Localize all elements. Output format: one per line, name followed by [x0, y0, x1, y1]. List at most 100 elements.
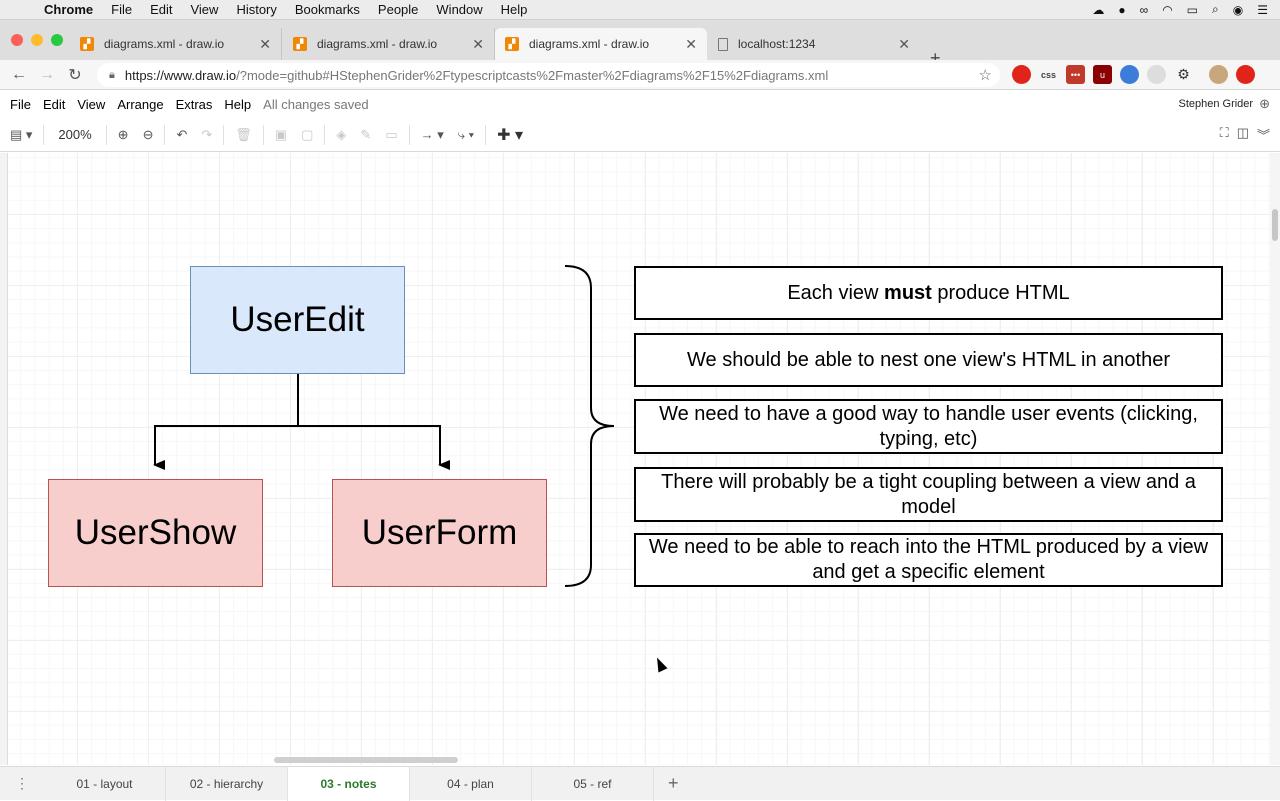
node-userform[interactable]: UserForm [332, 479, 547, 587]
undo-icon[interactable]: ↶ [169, 127, 194, 143]
node-useredit[interactable]: UserEdit [190, 266, 405, 374]
menu-history[interactable]: History [227, 2, 285, 17]
maximize-window-icon[interactable] [51, 34, 63, 46]
line-color-icon[interactable]: ✎ [353, 127, 378, 143]
horizontal-scrollbar-thumb[interactable] [274, 757, 458, 763]
vertical-scrollbar[interactable] [1270, 153, 1280, 765]
add-page-icon[interactable]: + [654, 773, 679, 794]
toolbar-divider [43, 124, 45, 145]
close-tab-icon[interactable]: ✕ [898, 36, 910, 53]
page-tab-active[interactable]: 03 - notes [288, 766, 410, 801]
page-tab[interactable]: 05 - ref [532, 766, 654, 801]
drawio-menu-edit[interactable]: Edit [37, 97, 71, 112]
redo-icon[interactable]: ↷ [194, 127, 219, 143]
menu-help[interactable]: Help [492, 2, 537, 17]
scrollbar-thumb[interactable] [1272, 209, 1278, 241]
connection-style-icon[interactable]: → ▾ [414, 127, 451, 143]
minimize-window-icon[interactable] [31, 34, 43, 46]
collapse-chevron-icon[interactable]: ︾ [1257, 125, 1270, 144]
menu-people[interactable]: People [369, 2, 427, 17]
page-tab[interactable]: 04 - plan [410, 766, 532, 801]
cloud-icon[interactable]: ☁ [1092, 3, 1104, 17]
note-text: There will probably be a tight coupling … [661, 470, 1196, 518]
fill-color-icon[interactable]: ◈ [329, 127, 353, 143]
menu-bookmarks[interactable]: Bookmarks [286, 2, 369, 17]
shadow-icon[interactable]: ▭ [378, 127, 404, 143]
tab-title: localhost:1234 [738, 37, 816, 51]
note-text: We need to have a good way to handle use… [659, 402, 1198, 450]
drawio-menu-arrange[interactable]: Arrange [111, 97, 169, 112]
back-arrow-icon[interactable]: ← [5, 66, 33, 84]
to-back-icon[interactable]: ▢ [294, 127, 320, 143]
menu-edit[interactable]: Edit [141, 2, 181, 17]
forward-arrow-icon[interactable]: → [33, 66, 61, 84]
extension-ghost-icon[interactable] [1147, 65, 1166, 84]
globe-icon[interactable]: ⊕ [1259, 96, 1270, 112]
document-favicon-icon [718, 37, 728, 51]
drawio-menu-file[interactable]: File [0, 97, 37, 112]
browser-tab[interactable]: ▞ diagrams.xml - draw.io ✕ [283, 28, 495, 60]
battery-icon[interactable]: ▭ [1187, 3, 1198, 17]
bookmark-star-icon[interactable]: ☆ [979, 66, 992, 84]
curly-brace [564, 265, 615, 587]
extension-ublock-icon[interactable]: u [1093, 65, 1112, 84]
insert-plus-icon[interactable]: ✚ ▾ [490, 125, 530, 145]
node-usershow[interactable]: UserShow [48, 479, 263, 587]
fullscreen-icon[interactable]: ⛶ [1220, 125, 1229, 144]
note-box[interactable]: We need to be able to reach into the HTM… [634, 533, 1223, 587]
close-tab-icon[interactable]: ✕ [472, 36, 484, 53]
close-tab-icon[interactable]: ✕ [685, 36, 697, 53]
pages-menu-icon[interactable]: ⋮ [0, 775, 44, 792]
extension-settings-icon[interactable]: ⚙ [1174, 65, 1193, 84]
drawio-menu-extras[interactable]: Extras [170, 97, 219, 112]
zoom-select[interactable]: 200% [48, 127, 101, 142]
reload-icon[interactable]: ↻ [61, 65, 89, 85]
format-toggle-icon[interactable]: ◫ [1237, 125, 1249, 144]
glasses-icon[interactable]: ∞ [1140, 3, 1149, 17]
toolbar-divider [262, 124, 264, 145]
user-name[interactable]: Stephen Grider [1178, 98, 1253, 110]
wifi-icon[interactable]: ◠ [1162, 3, 1172, 17]
to-front-icon[interactable]: ▣ [268, 127, 294, 143]
note-box[interactable]: We should be able to nest one view's HTM… [634, 333, 1223, 387]
url-input[interactable]: 🔒︎ https://www.draw.io/?mode=github#HSte… [97, 63, 1000, 87]
browser-tab[interactable]: ▞ diagrams.xml - draw.io ✕ [70, 28, 282, 60]
page-tab[interactable]: 01 - layout [44, 766, 166, 801]
shapes-panel-collapsed[interactable] [0, 153, 8, 765]
extension-css-icon[interactable]: css [1039, 65, 1058, 84]
drawio-menu-view[interactable]: View [71, 97, 111, 112]
note-box[interactable]: We need to have a good way to handle use… [634, 399, 1223, 454]
browser-tab-active[interactable]: ▞ diagrams.xml - draw.io ✕ [495, 28, 707, 60]
delete-icon[interactable]: 🗑︎ [228, 127, 259, 143]
siri-icon[interactable]: ◉ [1233, 3, 1243, 17]
record-icon[interactable]: ● [1118, 3, 1125, 17]
drawio-menu-help[interactable]: Help [218, 97, 257, 112]
notification-list-icon[interactable]: ☰ [1257, 3, 1268, 17]
close-window-icon[interactable] [11, 34, 23, 46]
menu-window[interactable]: Window [427, 2, 491, 17]
diagram-canvas[interactable]: UserEdit UserShow UserForm Each view mus… [8, 153, 1270, 765]
format-panel-icon[interactable]: ▤ ▾ [0, 127, 39, 143]
close-tab-icon[interactable]: ✕ [259, 36, 271, 53]
note-text-part: produce HTML [931, 281, 1070, 304]
search-icon[interactable]: ⌕ [1212, 2, 1219, 17]
zoom-in-icon[interactable]: ⊕ [111, 127, 136, 143]
page-tab[interactable]: 02 - hierarchy [166, 766, 288, 801]
browser-tab[interactable]: localhost:1234 ✕ [708, 28, 920, 60]
extension-opera-icon[interactable] [1236, 65, 1255, 84]
profile-avatar[interactable] [1209, 65, 1228, 84]
zoom-out-icon[interactable]: ⊖ [136, 127, 161, 143]
drawio-favicon-icon: ▞ [80, 37, 94, 51]
extension-dots-icon[interactable]: ••• [1066, 65, 1085, 84]
waypoints-icon[interactable]: ⤷ ▾ [451, 127, 481, 143]
note-box[interactable]: There will probably be a tight coupling … [634, 467, 1223, 522]
menu-app-name[interactable]: Chrome [40, 2, 102, 17]
menu-view[interactable]: View [181, 2, 227, 17]
extension-stop-icon[interactable] [1012, 65, 1031, 84]
page-tabs: ⋮ 01 - layout 02 - hierarchy 03 - notes … [0, 766, 1280, 801]
tab-title: diagrams.xml - draw.io [529, 37, 650, 51]
menu-file[interactable]: File [102, 2, 141, 17]
note-box[interactable]: Each view must produce HTML [634, 266, 1223, 320]
extension-feather-icon[interactable] [1120, 65, 1139, 84]
toolbar-divider [408, 124, 410, 145]
